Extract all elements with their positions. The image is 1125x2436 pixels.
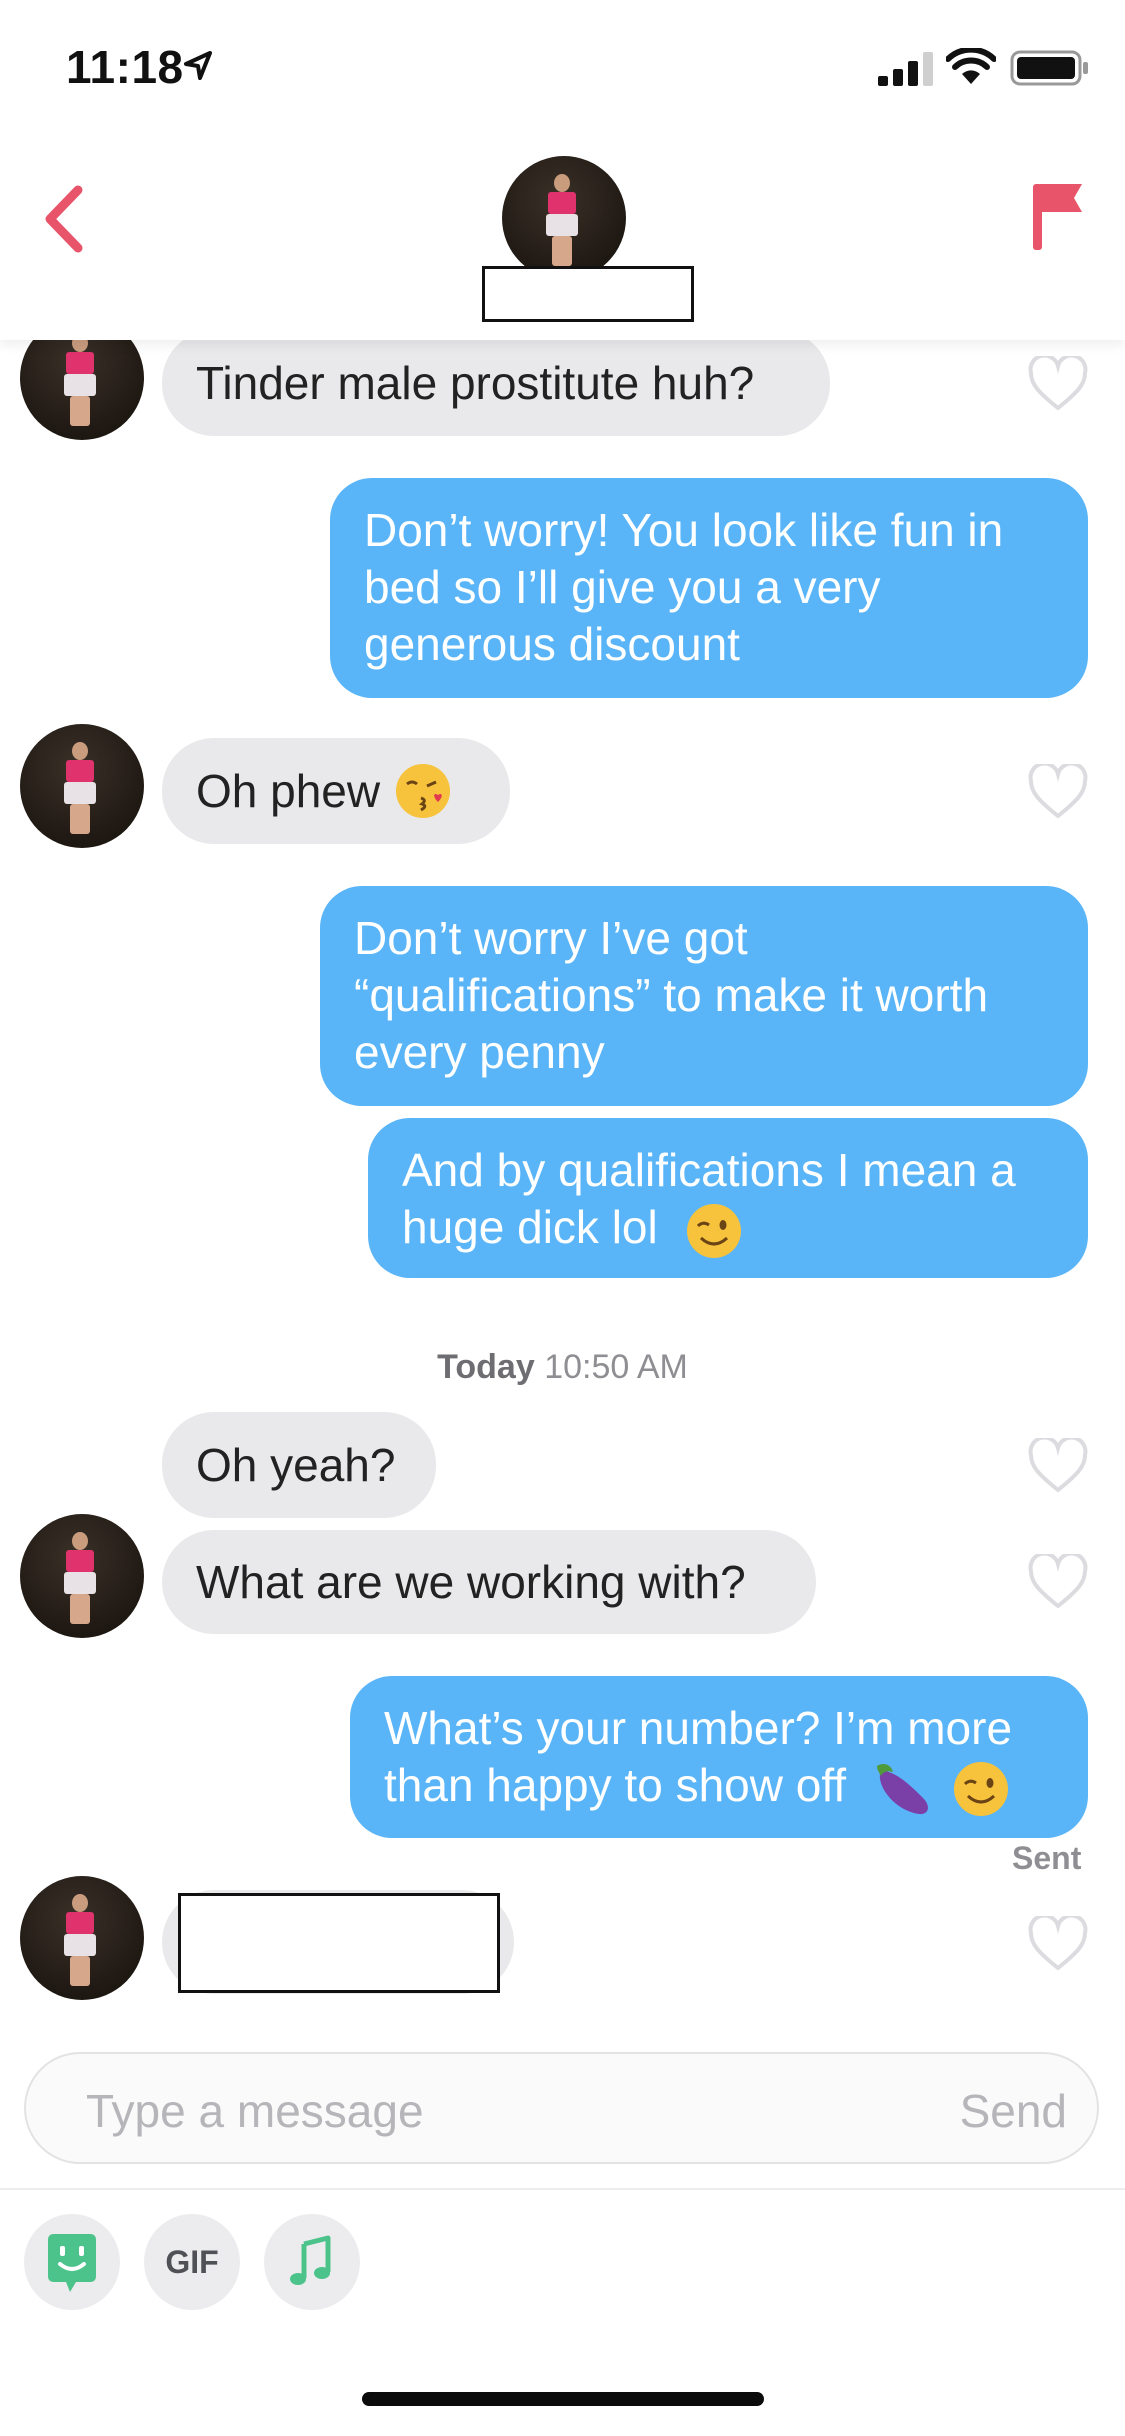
send-button[interactable]: Send xyxy=(960,2084,1067,2138)
heart-like-icon[interactable] xyxy=(1028,764,1088,820)
timestamp-time: 10:50 AM xyxy=(544,1348,688,1386)
sender-avatar[interactable] xyxy=(20,1514,144,1638)
wifi-icon xyxy=(946,48,996,84)
heart-like-icon[interactable] xyxy=(1028,356,1088,412)
message-line: every penny xyxy=(354,1026,605,1078)
outgoing-message[interactable]: What’s your number? I’m more than happy … xyxy=(350,1676,1088,1838)
incoming-message[interactable]: What are we working with? xyxy=(162,1530,816,1634)
status-bar: 11:18 xyxy=(0,0,1125,132)
gif-label: GIF xyxy=(165,2244,219,2280)
message-text: What are we working with? xyxy=(196,1555,746,1608)
message-line: What’s your number? I’m more xyxy=(384,1702,1013,1754)
incoming-message[interactable]: Oh yeah? xyxy=(162,1412,436,1518)
chevron-left-icon[interactable] xyxy=(40,182,90,256)
heart-like-icon[interactable] xyxy=(1028,1438,1088,1494)
kissing-face-emoji-icon xyxy=(396,764,451,818)
toolbar-divider xyxy=(0,2188,1125,2190)
message-input-placeholder: Type a message xyxy=(86,2085,424,2137)
message-text: Oh yeah? xyxy=(196,1438,396,1491)
message-line: Don’t worry I’ve got xyxy=(354,912,748,964)
battery-icon xyxy=(1010,50,1088,86)
heart-like-icon[interactable] xyxy=(1028,1554,1088,1610)
sticker-button[interactable] xyxy=(24,2214,120,2310)
outgoing-message[interactable]: Don’t worry I’ve got “qualifications” to… xyxy=(320,886,1088,1106)
message-line: generous discount xyxy=(364,618,740,670)
incoming-message[interactable]: Oh phew xyxy=(162,738,510,844)
sender-avatar[interactable] xyxy=(20,1876,144,2000)
eggplant-emoji-icon xyxy=(876,1763,928,1814)
timestamp-divider: Today 10:50 AM xyxy=(0,1348,1125,1387)
sender-avatar[interactable] xyxy=(20,724,144,848)
message-text: Oh phew xyxy=(196,764,381,817)
heart-like-icon[interactable] xyxy=(1028,1916,1088,1972)
location-arrow-icon xyxy=(184,51,212,80)
message-line: “qualifications” to make it worth xyxy=(354,969,989,1021)
redaction-box xyxy=(178,1893,500,1993)
home-indicator xyxy=(362,2392,764,2406)
music-button[interactable] xyxy=(264,2214,360,2310)
flag-icon[interactable] xyxy=(1030,180,1086,252)
sticker-smiley-icon xyxy=(48,2234,96,2292)
timestamp-day: Today xyxy=(437,1348,535,1386)
message-line: than happy to show off xyxy=(384,1759,847,1811)
status-time: 11:18 xyxy=(66,41,184,93)
outgoing-message[interactable]: And by qualifications I mean a huge dick… xyxy=(368,1118,1088,1278)
message-line: huge dick lol xyxy=(402,1201,658,1253)
incoming-message[interactable]: Tinder male prostitute huh? xyxy=(162,330,830,436)
gif-button[interactable]: GIF xyxy=(144,2214,240,2310)
message-line: And by qualifications I mean a xyxy=(402,1144,1016,1196)
redacted-name xyxy=(482,266,694,322)
music-note-icon xyxy=(290,2235,331,2285)
match-avatar[interactable] xyxy=(502,156,626,280)
winking-face-emoji-icon xyxy=(686,1203,741,1258)
message-text: Tinder male prostitute huh? xyxy=(196,356,755,409)
outgoing-message[interactable]: Don’t worry! You look like fun in bed so… xyxy=(330,478,1088,698)
sent-receipt: Sent xyxy=(1012,1840,1082,1876)
message-line: Don’t worry! You look like fun in xyxy=(364,504,1004,556)
message-line: bed so I’ll give you a very xyxy=(364,561,881,613)
chat-header xyxy=(0,132,1125,340)
cellular-signal-icon xyxy=(878,52,933,86)
message-input[interactable]: Type a message Send xyxy=(24,2052,1099,2164)
winking-face-emoji-icon xyxy=(953,1761,1008,1816)
